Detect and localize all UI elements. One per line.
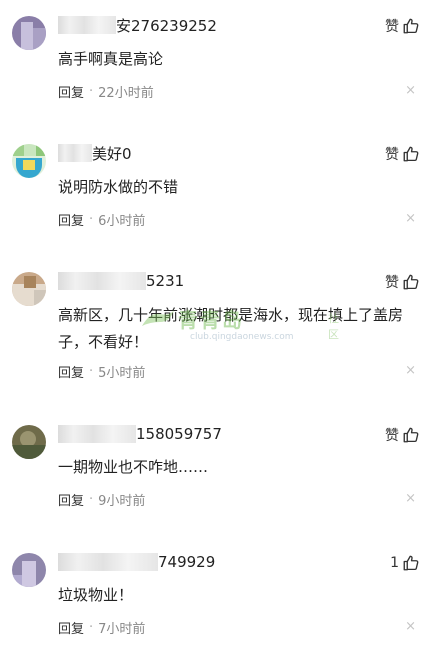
comment-meta: 回复 · 6小时前: [58, 209, 145, 229]
username-blur: [58, 553, 158, 571]
separator-dot: ·: [89, 491, 94, 507]
thumbs-up-icon: [402, 145, 420, 163]
close-icon[interactable]: ×: [405, 81, 416, 101]
username-text: 5231: [146, 272, 185, 290]
username-blur: [58, 16, 116, 34]
username-text: 158059757: [136, 425, 222, 443]
thumbs-up-icon: [402, 273, 420, 291]
username-text: 安276239252: [116, 16, 217, 35]
comment-text: 垃圾物业！: [58, 586, 134, 604]
like-button[interactable]: 赞: [385, 143, 420, 165]
thumbs-up-icon: [402, 426, 420, 444]
close-icon[interactable]: ×: [405, 209, 416, 229]
username-blur: [58, 425, 136, 443]
like-button[interactable]: 赞: [385, 424, 420, 446]
separator-dot: ·: [89, 83, 94, 99]
comment-text: 说明防水做的不错: [58, 178, 179, 196]
username-text: 美好0: [92, 144, 132, 163]
close-icon[interactable]: ×: [405, 617, 416, 637]
comment-text: 一期物业也不咋地……: [58, 458, 209, 476]
separator-dot: ·: [89, 363, 94, 379]
comment-text: 高新区，几十年前涨潮时都是海水，现在填上了盖房子，不看好！: [58, 306, 404, 351]
like-label: 赞: [385, 428, 399, 444]
close-icon[interactable]: ×: [405, 489, 416, 509]
like-label: 赞: [385, 275, 399, 291]
like-button[interactable]: 赞: [385, 271, 420, 293]
comment-meta: 回复 · 9小时前: [58, 489, 145, 509]
username[interactable]: 5231: [58, 270, 184, 292]
avatar[interactable]: [12, 272, 46, 306]
reply-button[interactable]: 回复: [58, 82, 84, 101]
like-label: 赞: [385, 19, 399, 35]
thumbs-up-icon: [402, 17, 420, 35]
reply-button[interactable]: 回复: [58, 210, 84, 229]
comment-meta: 回复 · 22小时前: [58, 81, 154, 101]
reply-button[interactable]: 回复: [58, 362, 84, 381]
avatar[interactable]: [12, 144, 46, 178]
separator-dot: ·: [89, 211, 94, 227]
avatar[interactable]: [12, 553, 46, 587]
timestamp: 5小时前: [98, 365, 146, 381]
like-count: 1: [390, 555, 399, 571]
username[interactable]: 美好0: [58, 142, 132, 164]
timestamp: 9小时前: [98, 493, 146, 509]
username-blur: [58, 144, 92, 162]
like-label: 赞: [385, 147, 399, 163]
username-blur: [58, 272, 146, 290]
close-icon[interactable]: ×: [405, 361, 416, 381]
thumbs-up-icon: [402, 554, 420, 572]
avatar[interactable]: [12, 16, 46, 50]
like-button[interactable]: 赞: [385, 15, 420, 37]
reply-button[interactable]: 回复: [58, 618, 84, 637]
timestamp: 6小时前: [98, 213, 146, 229]
avatar[interactable]: [12, 425, 46, 459]
timestamp: 7小时前: [98, 621, 146, 637]
separator-dot: ·: [89, 619, 94, 635]
username[interactable]: 749929: [58, 551, 215, 573]
comment-meta: 回复 · 7小时前: [58, 617, 145, 637]
like-button[interactable]: 1: [390, 552, 420, 574]
username-text: 749929: [158, 553, 216, 571]
timestamp: 22小时前: [98, 85, 154, 101]
username[interactable]: 安276239252: [58, 14, 217, 36]
comment-meta: 回复 · 5小时前: [58, 361, 145, 381]
reply-button[interactable]: 回复: [58, 490, 84, 509]
username[interactable]: 158059757: [58, 423, 222, 445]
comment-text: 高手啊真是高论: [58, 50, 164, 68]
